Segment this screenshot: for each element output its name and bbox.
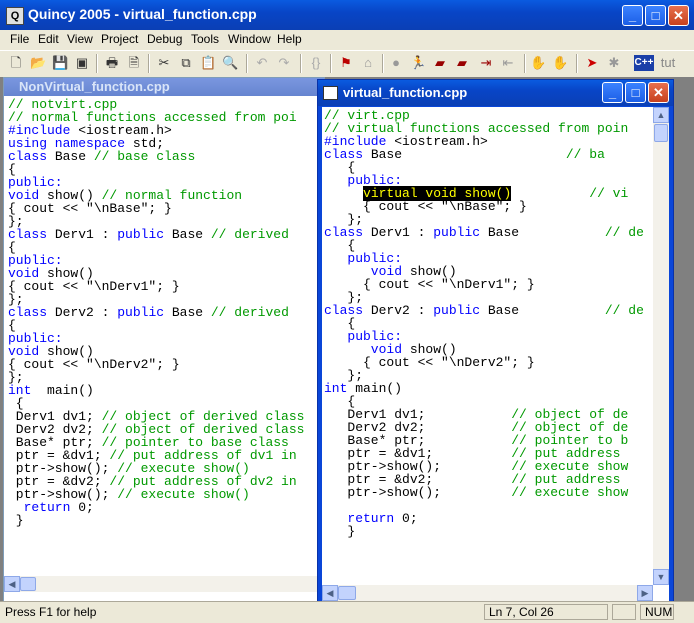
pin-icon[interactable]: ✱: [606, 55, 622, 71]
paste-icon[interactable]: 📋: [200, 55, 216, 71]
clear-breakpoints-icon[interactable]: ✋: [552, 55, 568, 71]
virtual-editor-client: // virt.cpp // virtual functions accesse…: [322, 107, 669, 601]
print-preview-icon[interactable]: 🗎: [126, 55, 142, 71]
menu-help[interactable]: Help: [277, 32, 302, 46]
virtual-vscrollbar[interactable]: ▲ ▼: [653, 107, 669, 585]
scroll-thumb[interactable]: [20, 577, 36, 591]
status-bar: Press F1 for help Ln 7, Col 26 NUM: [0, 601, 694, 623]
undo-icon[interactable]: ↶: [254, 55, 270, 71]
new-file-icon[interactable]: 🗋: [8, 55, 24, 71]
menu-edit[interactable]: Edit: [38, 32, 59, 46]
open-folder-icon[interactable]: 📂: [30, 55, 46, 71]
child-close-button[interactable]: ✕: [648, 82, 669, 103]
maximize-button[interactable]: □: [645, 5, 666, 26]
breakpoint-hand-icon[interactable]: ✋: [530, 55, 546, 71]
copy-icon[interactable]: ⧉: [178, 55, 194, 71]
mdi-workspace: NonVirtual_function.cpp // notvirt.cpp /…: [0, 77, 694, 603]
code-line[interactable]: }: [324, 524, 355, 539]
virtual-code-area[interactable]: // virt.cpp // virtual functions accesse…: [324, 109, 652, 579]
nonvirtual-code-area[interactable]: // notvirt.cpp // normal functions acces…: [8, 98, 322, 574]
code-line[interactable]: { cout << "\nDerv2"; }: [8, 357, 180, 372]
status-pane-empty: [612, 604, 636, 620]
home-icon[interactable]: ⌂: [360, 55, 376, 71]
nonvirtual-window-title: NonVirtual_function.cpp: [19, 79, 170, 94]
virtual-hscrollbar[interactable]: ◀ ▶: [322, 585, 653, 601]
step-out-icon[interactable]: ⇥: [478, 55, 494, 71]
virtual-window-title: virtual_function.cpp: [343, 85, 468, 100]
save-all-icon[interactable]: ▣: [74, 55, 90, 71]
hscroll-thumb[interactable]: [338, 586, 356, 600]
tutorial-button[interactable]: tut: [656, 55, 680, 71]
find-icon[interactable]: 🔍: [222, 55, 238, 71]
stop-icon[interactable]: ●: [388, 55, 404, 71]
document-icon: [323, 86, 338, 100]
run-icon[interactable]: 🏃: [410, 55, 426, 71]
code-line[interactable]: { cout << "\nDerv1"; }: [8, 279, 180, 294]
scroll-right-icon[interactable]: ▶: [637, 585, 653, 601]
menu-file[interactable]: File: [10, 32, 29, 46]
watch-icon[interactable]: ➤: [584, 55, 600, 71]
status-help-text: Press F1 for help: [5, 605, 97, 619]
build-icon[interactable]: ⚑: [338, 55, 354, 71]
minimize-button[interactable]: _: [622, 5, 643, 26]
child-minimize-button[interactable]: _: [602, 82, 623, 103]
app-title: Quincy 2005 - virtual_function.cpp: [28, 6, 257, 22]
virtual-editor-window[interactable]: virtual_function.cpp _ □ ✕ // virt.cpp /…: [317, 79, 674, 603]
code-line[interactable]: class Derv1 : public Base // de: [324, 225, 644, 240]
print-icon[interactable]: 🖶: [104, 55, 120, 71]
code-line[interactable]: class Base // base class: [8, 149, 195, 164]
cursor-position: Ln 7, Col 26: [484, 604, 608, 620]
nonvirtual-window-titlebar[interactable]: NonVirtual_function.cpp: [4, 78, 324, 96]
code-line[interactable]: ptr->show(); // execute show: [324, 485, 628, 500]
vscroll-thumb[interactable]: [654, 124, 668, 142]
menu-debug[interactable]: Debug: [147, 32, 182, 46]
scroll-left-icon[interactable]: ◀: [4, 576, 20, 592]
code-line[interactable]: }: [8, 513, 24, 528]
redo-icon[interactable]: ↷: [276, 55, 292, 71]
step-into-icon[interactable]: ▰: [432, 55, 448, 71]
code-line[interactable]: class Derv2 : public Base // derived: [8, 305, 289, 320]
run-to-cursor-icon[interactable]: ⇤: [500, 55, 516, 71]
nonvirtual-hscrollbar[interactable]: ◀: [4, 576, 322, 592]
scroll-up-icon[interactable]: ▲: [653, 107, 669, 123]
nonvirtual-editor-window[interactable]: NonVirtual_function.cpp // notvirt.cpp /…: [3, 77, 325, 603]
code-line[interactable]: { cout << "\nBase"; }: [8, 201, 172, 216]
code-line[interactable]: class Base // ba: [324, 147, 605, 162]
virtual-window-titlebar[interactable]: virtual_function.cpp _ □ ✕: [318, 80, 673, 106]
braces-icon[interactable]: {}: [308, 55, 324, 71]
num-lock-indicator: NUM: [640, 604, 674, 620]
code-line[interactable]: class Derv1 : public Base // derived: [8, 227, 289, 242]
save-icon[interactable]: 💾: [52, 55, 68, 71]
menu-tools[interactable]: Tools: [191, 32, 219, 46]
scroll-down-icon[interactable]: ▼: [653, 569, 669, 585]
menu-project[interactable]: Project: [101, 32, 138, 46]
quincy-app-icon[interactable]: Q: [6, 7, 24, 25]
step-over-icon[interactable]: ▰: [454, 55, 470, 71]
menu-bar: File Edit View Project Debug Tools Windo…: [0, 30, 694, 49]
app-title-bar[interactable]: Q Quincy 2005 - virtual_function.cpp _ □…: [0, 0, 694, 30]
close-button[interactable]: ✕: [668, 5, 689, 26]
toolbar: 🗋 📂 💾 ▣ 🖶 🗎 ✂ ⧉ 📋 🔍 ↶ ↷ {} ⚑ ⌂ ● 🏃 ▰ ▰ ⇥…: [0, 50, 694, 78]
code-line[interactable]: class Derv2 : public Base // de: [324, 303, 644, 318]
child-maximize-button[interactable]: □: [625, 82, 646, 103]
cut-icon[interactable]: ✂: [156, 55, 172, 71]
cpp-icon[interactable]: C++: [634, 55, 654, 71]
scroll-left-icon[interactable]: ◀: [322, 585, 338, 601]
menu-view[interactable]: View: [67, 32, 93, 46]
menu-window[interactable]: Window: [228, 32, 271, 46]
